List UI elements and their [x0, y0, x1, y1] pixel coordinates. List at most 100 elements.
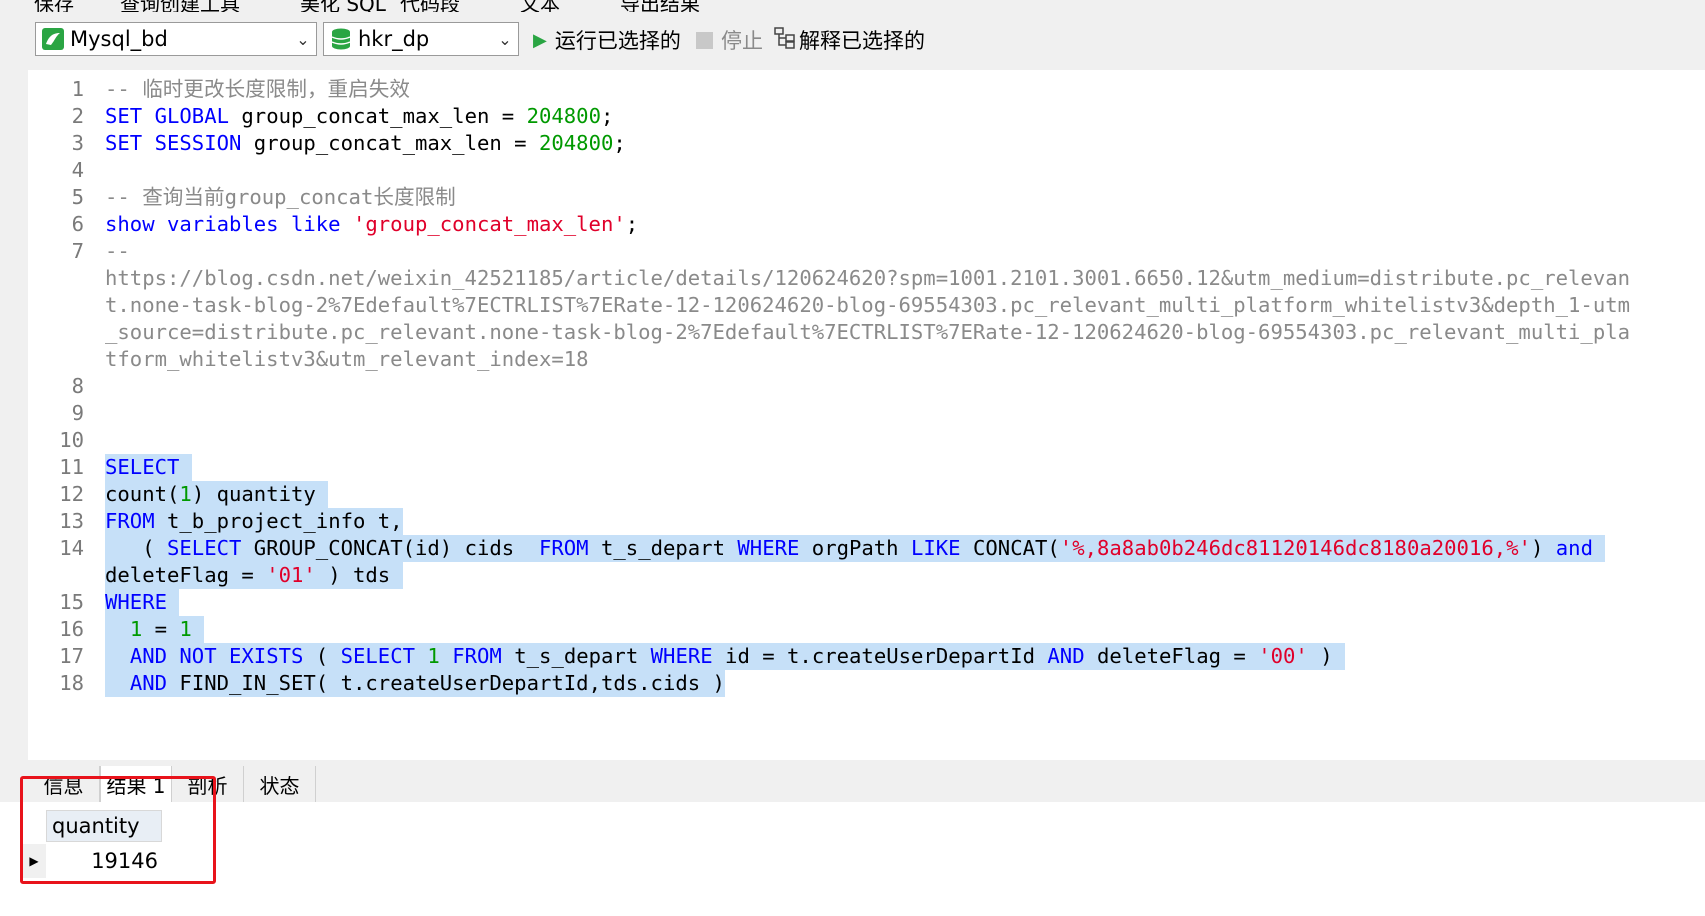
- line-number: 12: [59, 482, 84, 506]
- code-token: CONCAT(: [960, 536, 1060, 560]
- line-number: 8: [71, 374, 84, 398]
- code-token: ) quantity: [191, 482, 329, 506]
- code-token: -- 查询当前group_concat长度限制: [105, 185, 456, 209]
- code-token: WHERE: [737, 536, 800, 560]
- code-token: 1: [179, 617, 192, 641]
- query-builder-button[interactable]: 查询创建工具: [120, 0, 240, 12]
- explain-selected-label: 解释已选择的: [799, 29, 925, 53]
- code-text: _source=distribute.pc_relevant.none-task…: [105, 319, 1630, 346]
- code-token: t.none-task-blog-2%7Edefault%7ECTRLIST%7…: [105, 293, 1631, 317]
- code-token: SET GLOBAL: [105, 104, 229, 128]
- code-token: FROM: [105, 509, 155, 533]
- top-toolbar-partial: 保存 查询创建工具 美化 SQL 代码段 文本 导出结果: [0, 0, 1705, 12]
- sql-editor[interactable]: 1 -- 临时更改长度限制，重启失效 2 SET GLOBAL group_conca…: [0, 70, 1705, 760]
- stop-button[interactable]: 停止: [696, 26, 763, 54]
- code-token: '%,8a8ab0b246dc81120146dc8180a20016,%': [1059, 536, 1531, 560]
- run-selected-button[interactable]: ▶ 运行已选择的: [533, 26, 681, 54]
- mysql-connection-icon: [40, 26, 66, 52]
- explain-icon: [774, 26, 796, 54]
- database-label: hkr_dp: [358, 27, 430, 51]
- code-text: tform_whitelistv3&utm_relevant_index=18: [105, 346, 589, 373]
- line-number: 16: [59, 617, 84, 641]
- code-token: SELECT: [105, 455, 192, 479]
- export-result-button[interactable]: 导出结果: [620, 0, 700, 12]
- run-selected-label: 运行已选择的: [554, 29, 681, 53]
- code-snippet-button[interactable]: 代码段: [400, 0, 460, 12]
- code-token: AND NOT EXISTS: [129, 644, 304, 668]
- code-token: 204800: [526, 104, 601, 128]
- save-button[interactable]: 保存: [34, 0, 74, 12]
- code-token: ): [1307, 644, 1346, 668]
- code-token: t_s_depart: [501, 644, 651, 668]
- code-text: SET GLOBAL group_concat_max_len = 204800…: [105, 103, 613, 130]
- code-text: show variables like 'group_concat_max_le…: [105, 211, 638, 238]
- code-token: count(: [105, 482, 180, 506]
- code-token: =: [142, 617, 180, 641]
- code-text: FROM t_b_project_info t,: [105, 508, 403, 535]
- explain-selected-button[interactable]: 解释已选择的: [774, 26, 925, 54]
- editor-gutter-strip: [0, 70, 28, 760]
- code-token: AND: [1047, 644, 1085, 668]
- code-text: AND NOT EXISTS ( SELECT 1 FROM t_s_depar…: [105, 643, 1346, 670]
- line-number: 13: [59, 509, 84, 533]
- chevron-down-icon[interactable]: ⌄: [492, 30, 518, 49]
- code-token: ;: [613, 131, 626, 155]
- code-token: 'group_concat_max_len': [352, 212, 626, 236]
- code-text: -- 查询当前group_concat长度限制: [105, 184, 456, 211]
- code-token: group_concat_max_len =: [241, 131, 539, 155]
- chevron-down-icon[interactable]: ⌄: [290, 30, 316, 49]
- line-number: 7: [71, 239, 84, 263]
- line-number: 18: [59, 671, 84, 695]
- database-icon: [328, 26, 354, 52]
- code-text: deleteFlag = '01' ) tds: [105, 562, 403, 589]
- code-token: group_concat_max_len =: [229, 104, 527, 128]
- code-token: ;: [625, 212, 639, 236]
- connection-select[interactable]: Mysql_bd ⌄: [35, 22, 317, 56]
- code-token: '00': [1258, 644, 1308, 668]
- line-number: 2: [71, 104, 84, 128]
- code-token: -- 临时更改长度限制，重启失效: [105, 77, 410, 101]
- line-number: 10: [59, 428, 84, 452]
- code-token: --: [105, 239, 130, 263]
- code-token: and: [1555, 536, 1593, 560]
- code-token: SELECT: [340, 644, 416, 668]
- code-token: '01': [266, 563, 316, 587]
- code-text: -- 临时更改长度限制，重启失效: [105, 76, 410, 103]
- code-text: t.none-task-blog-2%7Edefault%7ECTRLIST%7…: [105, 292, 1630, 319]
- code-text: SET SESSION group_concat_max_len = 20480…: [105, 130, 626, 157]
- database-select[interactable]: hkr_dp ⌄: [323, 22, 519, 56]
- code-token: deleteFlag =: [1084, 644, 1259, 668]
- code-token: id = t.createUserDepartId: [712, 644, 1048, 668]
- stop-icon: [696, 31, 713, 49]
- line-number: 6: [71, 212, 84, 236]
- line-number: 3: [71, 131, 84, 155]
- code-token: 1: [129, 617, 143, 641]
- text-button[interactable]: 文本: [520, 0, 560, 12]
- result-tabs: 信息 结果 1 剖析 状态: [0, 766, 1705, 803]
- code-text: --: [105, 238, 130, 265]
- code-token: AND: [129, 671, 168, 695]
- code-token: https://blog.csdn.net/weixin_42521185/ar…: [105, 266, 1631, 290]
- code-text: WHERE: [105, 589, 180, 616]
- code-token: 204800: [538, 131, 614, 155]
- line-number: 5: [71, 185, 84, 209]
- stop-label: 停止: [721, 29, 763, 53]
- tab-status[interactable]: 状态: [244, 766, 316, 802]
- code-token: FROM: [538, 536, 589, 560]
- code-token: LIKE: [910, 536, 961, 560]
- code-token: 1: [179, 482, 192, 506]
- line-number: 15: [59, 590, 84, 614]
- play-icon: ▶: [533, 29, 547, 51]
- highlight-box: [20, 776, 216, 884]
- beautify-sql-button[interactable]: 美化 SQL: [300, 0, 386, 12]
- code-token: _source=distribute.pc_relevant.none-task…: [105, 320, 1631, 344]
- tab-status-label: 状态: [259, 773, 300, 798]
- line-number: 17: [59, 644, 84, 668]
- connection-label: Mysql_bd: [70, 27, 168, 51]
